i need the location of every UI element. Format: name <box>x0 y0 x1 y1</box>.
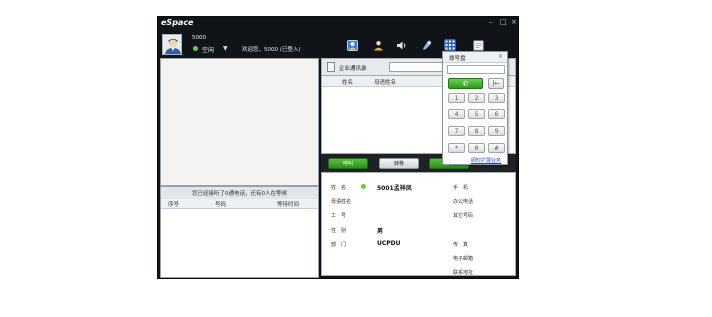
detail-label-id: 工 号 <box>331 213 347 219</box>
detail-value-gender: 男 <box>377 228 384 235</box>
call-button[interactable]: 呼叫 <box>328 158 368 169</box>
dialpad-header: 拨号盘 × <box>443 52 507 63</box>
avatar[interactable] <box>162 34 182 55</box>
detail-label-native-name: 母语姓名 <box>331 199 352 205</box>
dialpad-backspace-button[interactable]: |← <box>488 78 504 89</box>
dialpad-key-2[interactable]: 2 <box>468 93 485 103</box>
queue-col-number: 号码 <box>215 202 227 208</box>
detail-label-other-number: 其它号码 <box>453 213 474 219</box>
status-dropdown-icon[interactable]: ▼ <box>223 45 228 52</box>
meeting-icon[interactable] <box>372 39 384 51</box>
app-title: eSpace <box>161 18 194 27</box>
contact-status-icon <box>361 184 366 189</box>
notes-icon[interactable] <box>472 39 484 51</box>
dialpad-title: 拨号盘 <box>449 56 466 62</box>
dialpad-popup: 拨号盘 × ✆ |← 1 2 3 4 5 6 7 8 9 * 0 # 即时扩展业… <box>442 51 508 165</box>
status-text[interactable]: 空闲 <box>202 45 214 54</box>
directory-col-name: 姓名 <box>342 80 354 86</box>
welcome-text: 欢迎您，5000 (已登入) <box>242 47 301 53</box>
detail-label-mobile: 手 机 <box>453 185 469 191</box>
detail-label-address: 联系地址 <box>453 270 474 276</box>
minimize-button[interactable]: – <box>489 18 493 26</box>
dialpad-key-hash[interactable]: # <box>488 143 505 153</box>
contacts-icon[interactable] <box>346 39 358 51</box>
detail-value-name: 5001孟祥凤 <box>377 185 412 192</box>
dialpad-close-icon[interactable]: × <box>498 53 503 60</box>
dialpad-key-9[interactable]: 9 <box>488 126 505 136</box>
queue-col-wait: 等待时间 <box>277 202 300 208</box>
dialpad-extension-link[interactable]: 即时扩展业务 <box>471 157 501 164</box>
dialpad-key-8[interactable]: 8 <box>468 126 485 136</box>
user-avatar-icon <box>163 35 181 54</box>
dialpad-key-7[interactable]: 7 <box>448 126 465 136</box>
detail-label-dept: 部 门 <box>331 242 347 248</box>
user-number: 5000 <box>192 35 206 41</box>
address-book-icon <box>327 62 335 72</box>
dialpad-key-1[interactable]: 1 <box>448 93 465 103</box>
dialpad-key-4[interactable]: 4 <box>448 109 465 119</box>
queue-header: 序号 号码 等待时间 <box>161 199 318 209</box>
dialpad-icon[interactable] <box>444 39 456 51</box>
dialpad-call-button[interactable]: ✆ <box>448 78 483 89</box>
detail-label-fax: 传 真 <box>453 242 469 248</box>
directory-search-input[interactable] <box>389 62 449 72</box>
directory-label[interactable]: 企业通讯录 <box>339 64 367 72</box>
dialpad-key-3[interactable]: 3 <box>488 93 505 103</box>
dialpad-key-5[interactable]: 5 <box>468 109 485 119</box>
queue-col-index: 序号 <box>168 202 180 208</box>
dialpad-key-0[interactable]: 0 <box>468 143 485 153</box>
transfer-button[interactable]: 转移 <box>379 158 419 169</box>
left-top-panel <box>160 58 319 186</box>
phone-icon: ✆ <box>462 79 469 88</box>
detail-label-gender: 性 别 <box>331 228 347 234</box>
close-button[interactable]: × <box>511 18 517 26</box>
volume-icon[interactable] <box>395 39 407 51</box>
detail-label-name: 姓 名 <box>331 185 347 191</box>
detail-label-office-phone: 办公电话 <box>453 199 474 205</box>
contact-detail: 姓 名 5001孟祥凤 母语姓名 工 号 性 别 男 部 门 UCPDU 手 机… <box>321 172 516 276</box>
dialpad-number-input[interactable] <box>447 65 505 74</box>
status-online-icon <box>193 46 198 51</box>
detail-label-email: 电子邮箱 <box>453 256 474 262</box>
dialpad-key-6[interactable]: 6 <box>488 109 505 119</box>
maximize-button[interactable]: □ <box>500 18 507 26</box>
dialpad-key-star[interactable]: * <box>448 143 465 153</box>
detail-value-dept: UCPDU <box>377 240 401 247</box>
microphone-icon[interactable] <box>420 39 432 51</box>
queue-panel: 您已经接听了0通电话，还有0人在等候 序号 号码 等待时间 <box>160 186 319 278</box>
directory-col-native-name: 母语姓名 <box>374 80 397 86</box>
